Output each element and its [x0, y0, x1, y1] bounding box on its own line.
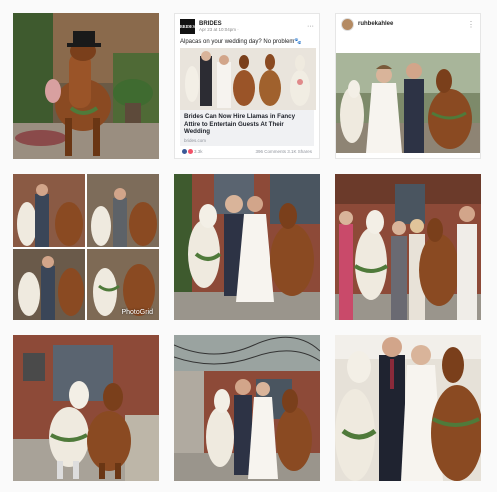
photo-couple-closeup[interactable] — [335, 335, 481, 481]
couple-alpaca-llama-porch-image — [174, 174, 320, 320]
reactions-count[interactable]: 3.3k — [182, 148, 203, 154]
couple-closeup-image — [335, 335, 481, 481]
comments-shares[interactable]: 396 Comments 3.1K Shares — [255, 149, 312, 154]
photo-couple-string-lights[interactable] — [174, 335, 320, 481]
photo-alpacas-porch[interactable] — [13, 335, 159, 481]
post-stats: 3.3k 396 Comments 3.1K Shares — [180, 146, 314, 157]
username[interactable]: ruhbekahlee — [358, 21, 393, 27]
photo-couple-alpaca-llama[interactable] — [174, 174, 320, 320]
couple-alpaca-llama-image — [336, 53, 480, 153]
more-icon[interactable]: ··· — [307, 23, 314, 30]
post-text: Alpacas on your wedding day? No problem🐾 — [180, 39, 302, 45]
link-domain: brides.com — [184, 137, 207, 143]
photo-llama-top-hat[interactable] — [13, 13, 159, 159]
instagram-post-ruhbekahlee[interactable]: ruhbekahlee ⋮ — [335, 13, 481, 159]
couple-string-lights-image — [174, 335, 320, 481]
instagram-post-photo[interactable] — [336, 53, 480, 153]
collage-image — [13, 174, 159, 320]
post-timestamp: Apr 23 at 10:04pm · — [199, 27, 239, 32]
avatar[interactable] — [341, 17, 354, 31]
more-vertical-icon[interactable]: ⋮ — [467, 20, 475, 29]
photo-bridesmaids-alpacas[interactable] — [335, 174, 481, 320]
bridesmaids-alpacas-image — [335, 174, 481, 320]
post-link-card[interactable]: Brides Can Now Hire Llamas in Fancy Atti… — [180, 110, 314, 146]
love-icon — [188, 148, 193, 154]
facebook-post-header: BRIDES BRIDES Apr 23 at 10:04pm · ··· — [180, 19, 314, 34]
instagram-post-header: ruhbekahlee ⋮ — [336, 14, 480, 34]
like-icon — [182, 148, 187, 154]
llama-top-hat-image — [13, 13, 159, 159]
alpacas-porch-image — [13, 335, 159, 481]
llamas-attire-image — [180, 48, 316, 110]
reactions-label: 3.3k — [194, 148, 203, 154]
facebook-post-brides[interactable]: BRIDES BRIDES Apr 23 at 10:04pm · ··· Al… — [174, 13, 320, 159]
brides-logo[interactable]: BRIDES — [180, 19, 195, 34]
post-link-image[interactable] — [180, 48, 316, 110]
photogrid-watermark: PhotoGrid — [121, 309, 153, 316]
photo-collage-photogrid[interactable]: PhotoGrid — [13, 174, 159, 320]
link-headline[interactable]: Brides Can Now Hire Llamas in Fancy Atti… — [184, 113, 310, 136]
